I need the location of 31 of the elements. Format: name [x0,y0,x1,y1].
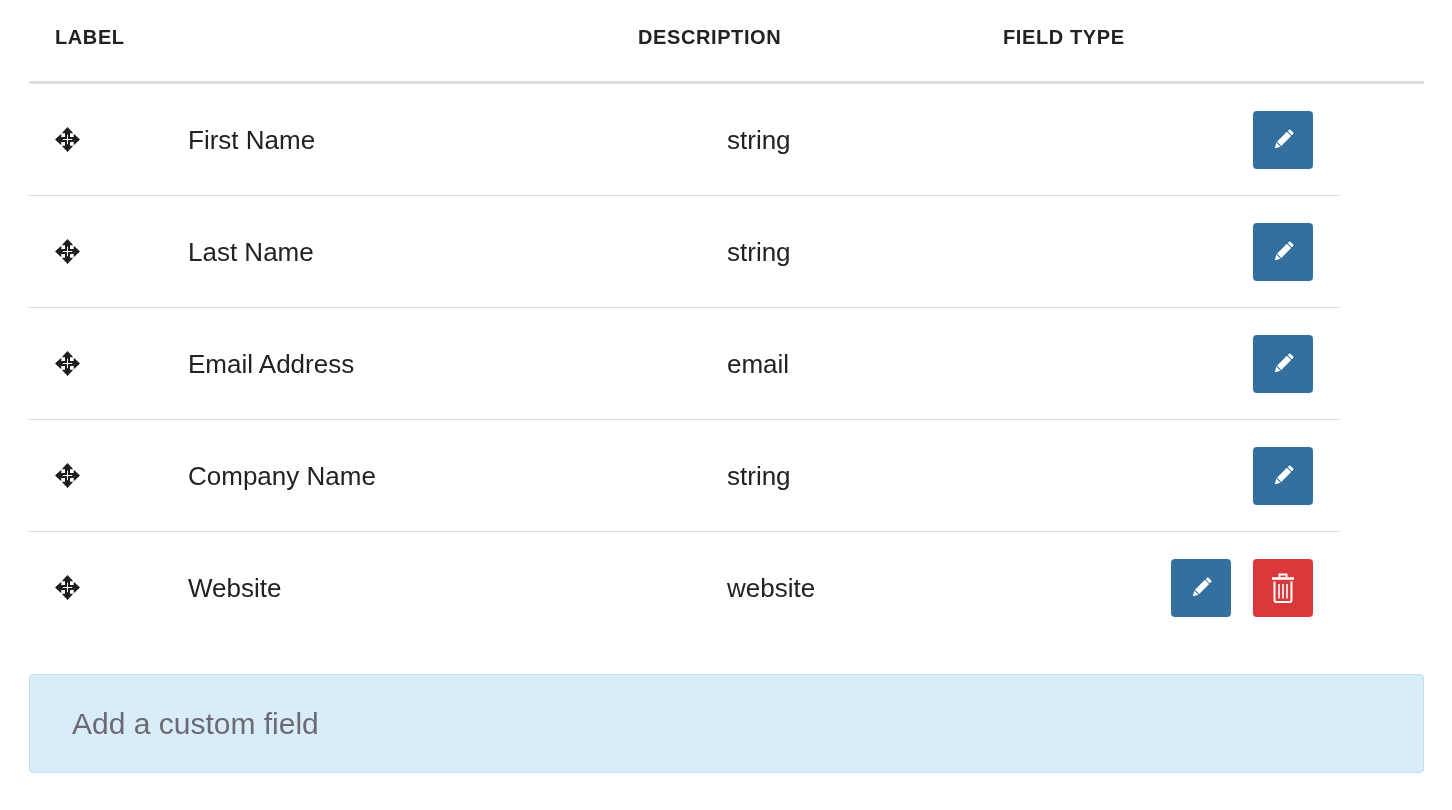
pencil-icon [1272,128,1294,151]
field-label: First Name [188,124,317,155]
add-custom-field-panel[interactable]: Add a custom field [29,674,1424,773]
edit-button[interactable] [1253,110,1313,169]
edit-button[interactable] [1253,446,1313,505]
delete-button[interactable] [1253,558,1313,617]
column-header: DESCRIPTION [638,26,783,50]
pencil-icon [1190,576,1212,599]
pencil-icon [1272,464,1294,487]
field-type: email [727,348,791,379]
field-type: string [727,236,792,267]
trash-icon [1270,572,1296,603]
field-label: Last Name [188,236,315,267]
column-header: LABEL [55,26,126,50]
field-type: string [727,460,792,491]
field-type: website [727,572,817,603]
edit-button[interactable] [1253,334,1313,393]
move-icon[interactable] [55,463,80,488]
edit-button[interactable] [1253,222,1313,281]
pencil-icon [1272,352,1294,375]
edit-button[interactable] [1171,558,1231,617]
field-label: Company Name [188,460,377,491]
column-header: FIELD TYPE [1003,26,1126,50]
pencil-icon [1272,240,1294,263]
field-label: Website [188,572,283,603]
move-icon[interactable] [55,127,80,152]
move-icon[interactable] [55,575,80,600]
field-type: string [727,124,792,155]
field-label: Email Address [188,348,356,379]
move-icon[interactable] [55,239,80,264]
move-icon[interactable] [55,351,80,376]
